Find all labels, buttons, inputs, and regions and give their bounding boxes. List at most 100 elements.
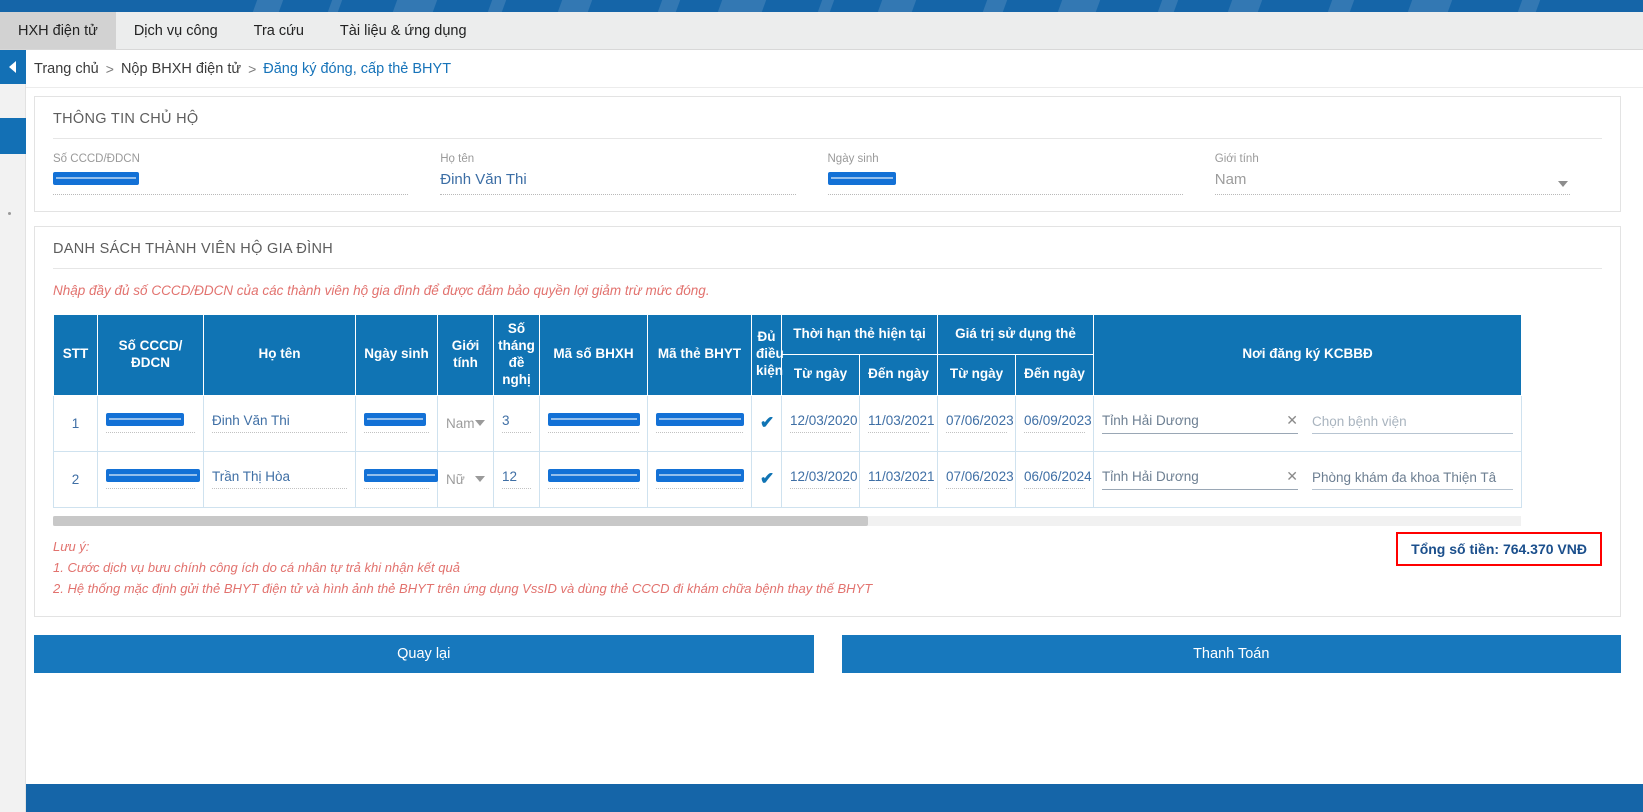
household-field-row: Số CCCD/ĐDCN Họ tên Đinh Văn Thi Ngày si… [53,153,1602,195]
nav-item-bhxh-dien-tu[interactable]: HXH điện tử [0,12,116,49]
cell-bhxh-code[interactable] [540,395,648,451]
nav-item-label: Tra cứu [254,23,304,39]
nav-item-label: HXH điện tử [18,23,98,39]
cell-term-from-text: 12/03/2020 [790,413,851,433]
nav-item-dich-vu-cong[interactable]: Dịch vụ công [116,12,236,49]
field-gioitinh: Giới tính Nam [1215,153,1602,195]
top-banner [0,0,1643,12]
province-select[interactable]: Tỉnh Hải Dương ✕ [1102,468,1298,490]
breadcrumb-separator: > [106,61,114,77]
th-value-from: Từ ngày [938,355,1016,395]
household-info-card: THÔNG TIN CHỦ HỘ Số CCCD/ĐDCN Họ tên Đin… [34,96,1621,212]
cell-stt: 2 [54,451,98,507]
left-rail [0,50,26,812]
cell-name-text: Trần Thị Hòa [212,469,347,489]
cell-bhxh-code[interactable] [540,451,648,507]
clear-province-icon[interactable]: ✕ [1278,468,1298,485]
th-card-value: Giá trị sử dụng thẻ [938,315,1094,355]
gioitinh-select[interactable]: Nam [1215,171,1570,195]
hospital-select[interactable]: Chọn bệnh viện [1312,414,1513,434]
cell-months-text: 3 [502,413,531,433]
sidebar-collapse-button[interactable] [0,50,26,84]
th-eligible: Đủ điều kiện [752,315,782,396]
redacted-value [656,469,744,482]
th-bhyt-code: Mã thẻ BHYT [648,315,752,396]
nav-item-tai-lieu-ung-dung[interactable]: Tài liệu & ứng dụng [322,12,485,49]
cell-bhyt-code[interactable] [648,395,752,451]
cell-value-to-text: 06/06/2024 [1024,469,1085,489]
cell-term-to-text: 11/03/2021 [868,413,929,433]
hospital-select[interactable]: Phòng khám đa khoa Thiện Tâ [1312,470,1513,490]
redacted-value [364,469,438,482]
members-table-wrapper: STT Số CCCD/ĐDCN Họ tên Ngày sinh Giới t… [53,314,1602,526]
breadcrumb-level2[interactable]: Nộp BHXH điện tử [121,61,241,77]
hoten-input[interactable]: Đinh Văn Thi [440,171,795,195]
pay-button[interactable]: Thanh Toán [842,635,1622,673]
cell-months[interactable]: 3 [494,395,540,451]
ngaysinh-input[interactable] [828,171,1183,195]
field-ngaysinh: Ngày sinh [828,153,1215,195]
th-dob: Ngày sinh [356,315,438,396]
table-horizontal-scrollbar[interactable] [53,516,1521,526]
redacted-value [548,413,640,426]
cell-bhyt-code[interactable] [648,451,752,507]
main-navbar: HXH điện tử Dịch vụ công Tra cứu Tài liệ… [0,12,1643,50]
family-members-card: DANH SÁCH THÀNH VIÊN HỘ GIA ĐÌNH Nhập đầ… [34,226,1621,617]
cell-cccd[interactable] [98,395,204,451]
total-amount-label: Tổng số tiền: [1411,541,1499,557]
page-content: THÔNG TIN CHỦ HỘ Số CCCD/ĐDCN Họ tên Đin… [26,88,1643,728]
cell-term-from[interactable]: 12/03/2020 [782,395,860,451]
clear-province-icon[interactable]: ✕ [1278,412,1298,429]
th-current-term: Thời hạn thẻ hiện tại [782,315,938,355]
province-value: Tỉnh Hải Dương [1102,413,1199,428]
notes-block: Lưu ý: 1. Cước dịch vụ bưu chính công íc… [53,536,1396,600]
cell-name-text: Đinh Văn Thi [212,413,347,433]
cell-dob[interactable] [356,451,438,507]
cell-term-to[interactable]: 11/03/2021 [860,451,938,507]
notes-and-total-row: Lưu ý: 1. Cước dịch vụ bưu chính công íc… [53,536,1602,600]
nav-item-tra-cuu[interactable]: Tra cứu [236,12,322,49]
cell-value-from[interactable]: 07/06/2023 [938,451,1016,507]
check-icon: ✔ [760,469,773,489]
field-label: Họ tên [440,153,795,165]
th-kcbbd: Nơi đăng ký KCBBĐ [1094,315,1522,396]
province-select[interactable]: Tỉnh Hải Dương ✕ [1102,412,1298,434]
cell-name[interactable]: Đinh Văn Thi [204,395,356,451]
redacted-value [828,172,896,185]
cccd-input[interactable] [53,171,408,195]
back-button[interactable]: Quay lại [34,635,814,673]
rail-indicator [0,118,26,154]
cell-gender[interactable]: Nữ [438,451,494,507]
total-amount-box: Tổng số tiền: 764.370 VNĐ [1396,532,1602,566]
field-label: Giới tính [1215,153,1570,165]
chevron-down-icon [475,420,485,426]
cell-gender[interactable]: Nam [438,395,494,451]
breadcrumb-current[interactable]: Đăng ký đóng, cấp thẻ BHYT [263,61,451,77]
redacted-value [53,172,139,185]
table-row: 1 Đinh Văn Thi Nam [54,395,1522,451]
redacted-value [106,413,184,426]
cell-name[interactable]: Trần Thị Hòa [204,451,356,507]
cell-value-to[interactable]: 06/09/2023 [1016,395,1094,451]
cell-term-from[interactable]: 12/03/2020 [782,451,860,507]
action-button-row: Quay lại Thanh Toán [34,635,1621,673]
redacted-value [364,413,426,426]
cell-term-to[interactable]: 11/03/2021 [860,395,938,451]
nav-item-label: Tài liệu & ứng dụng [340,23,467,39]
nav-item-label: Dịch vụ công [134,23,218,39]
th-cccd: Số CCCD/ĐDCN [98,315,204,396]
cell-eligible: ✔ [752,395,782,451]
scrollbar-thumb[interactable] [53,516,868,526]
cell-value-to[interactable]: 06/06/2024 [1016,451,1094,507]
breadcrumb-home[interactable]: Trang chủ [34,61,99,77]
cell-months[interactable]: 12 [494,451,540,507]
breadcrumb: Trang chủ > Nộp BHXH điện tử > Đăng ký đ… [26,50,1643,88]
redacted-value [106,469,200,482]
cell-dob[interactable] [356,395,438,451]
cell-value-from-text: 07/06/2023 [946,469,1007,489]
cccd-warning-note: Nhập đầy đủ số CCCD/ĐDCN của các thành v… [53,283,1602,298]
th-bhxh-code: Mã số BHXH [540,315,648,396]
field-label: Số CCCD/ĐDCN [53,153,408,165]
cell-cccd[interactable] [98,451,204,507]
cell-value-from[interactable]: 07/06/2023 [938,395,1016,451]
